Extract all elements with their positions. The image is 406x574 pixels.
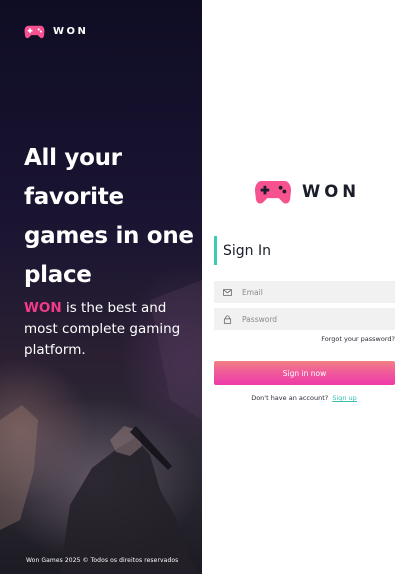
hero-logo-text: WON	[53, 26, 89, 37]
password-input[interactable]	[242, 314, 382, 324]
password-field[interactable]	[214, 308, 395, 330]
email-field[interactable]	[214, 281, 395, 303]
lock-icon	[223, 315, 232, 324]
signin-heading-text: Sign In	[223, 242, 271, 259]
forgot-password-link[interactable]: Forgot your password?	[321, 335, 395, 343]
email-icon	[223, 288, 232, 296]
signin-logo[interactable]: WON	[254, 178, 360, 205]
hero-title: All your favorite games in one place	[24, 145, 194, 288]
gamepad-icon	[24, 25, 45, 39]
no-account-text: Don't have an account?	[251, 394, 329, 402]
signup-row: Don't have an account? Sign up	[202, 394, 406, 402]
hero-footer: Won Games 2025 © Todos os direitos reser…	[26, 557, 179, 564]
hero-subtitle: WON is the best and most complete gaming…	[24, 298, 196, 361]
gamepad-icon	[254, 181, 292, 204]
hero-logo[interactable]: WON	[24, 24, 88, 39]
signin-button[interactable]: Sign in now	[214, 361, 395, 385]
hero-subtitle-brand: WON	[24, 300, 62, 316]
email-input[interactable]	[242, 287, 382, 297]
signin-logo-text: WON	[302, 182, 361, 201]
signin-heading: Sign In	[214, 236, 271, 265]
hero-panel: WON All your favorite games in one place…	[0, 0, 202, 574]
signin-panel: WON Sign In Forgot your password? Sign i…	[202, 0, 406, 574]
heading-accent-bar	[214, 236, 217, 265]
signup-link[interactable]: Sign up	[332, 394, 357, 402]
